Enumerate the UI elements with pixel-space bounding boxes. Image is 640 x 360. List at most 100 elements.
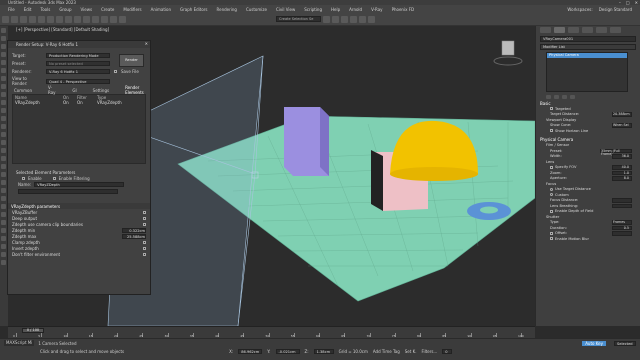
undo-icon[interactable] [2, 15, 9, 23]
unlink-icon[interactable] [29, 15, 36, 23]
render-setup-icon[interactable] [341, 15, 348, 23]
help-icon[interactable] [1, 212, 6, 217]
pin-stack-icon[interactable] [546, 95, 551, 99]
menu-file[interactable]: File [8, 7, 15, 12]
duration-spinner[interactable]: 0.5 [612, 225, 632, 230]
focus-distance-spinner[interactable] [612, 198, 632, 203]
list-item[interactable]: VRayZdepth On On VRayZdepth [13, 100, 145, 105]
remove-modifier-icon[interactable] [570, 95, 575, 99]
view-to-render-dropdown[interactable]: Quad 4 - Perspective [46, 78, 110, 84]
output-path-input[interactable] [18, 189, 118, 194]
create-tab-icon[interactable] [540, 27, 551, 33]
film-preset-dropdown[interactable]: 35mm (Full Frame) [600, 148, 632, 156]
y-coordinate[interactable]: -0.021cm [275, 348, 300, 354]
target-dropdown[interactable]: Production Rendering Mode [46, 52, 110, 58]
tab-settings[interactable]: Settings [93, 88, 109, 93]
script-icon[interactable] [1, 244, 6, 249]
angle-snap-icon[interactable] [101, 15, 108, 23]
menu-phoenix-fd[interactable]: Phoenix FD [392, 7, 415, 12]
grid-icon[interactable] [1, 260, 6, 265]
viewport-icon[interactable] [1, 204, 6, 209]
utilities-tab-icon[interactable] [610, 27, 621, 33]
menu-rendering[interactable]: Rendering [217, 7, 237, 12]
mirror-icon[interactable] [110, 15, 117, 23]
link-icon[interactable] [20, 15, 27, 23]
material-editor-icon[interactable] [332, 15, 339, 23]
scale-icon[interactable] [83, 15, 90, 23]
enable-filtering-checkbox[interactable] [52, 176, 56, 180]
decal-icon[interactable] [1, 188, 6, 193]
object-name-input[interactable]: VRayCamera001 [540, 36, 636, 42]
tab-render-elements[interactable]: Render Elements [125, 85, 150, 95]
custom-radio[interactable] [550, 193, 553, 197]
auto-key-button[interactable]: Auto Key [582, 340, 606, 346]
vray-mesh-icon[interactable] [1, 140, 6, 145]
save-file-checkbox[interactable] [114, 69, 117, 73]
vray-icon[interactable] [368, 15, 375, 23]
modifier-stack[interactable]: Physical Camera [546, 52, 628, 92]
proxy-icon[interactable] [1, 180, 6, 185]
menu-edit[interactable]: Edit [24, 7, 32, 12]
width-spinner[interactable]: 36.0 [612, 154, 632, 159]
tab-common[interactable]: Common [14, 88, 32, 93]
offset-checkbox[interactable] [550, 231, 553, 235]
enable-motion-blur-checkbox[interactable] [550, 237, 553, 241]
pin-icon[interactable] [1, 236, 6, 241]
param-value[interactable]: 0.322cm [122, 227, 146, 233]
layer-icon[interactable] [1, 76, 6, 81]
param-checkbox[interactable] [143, 252, 146, 256]
light-icon[interactable] [1, 100, 6, 105]
render-frame-icon[interactable] [350, 15, 357, 23]
param-checkbox[interactable] [143, 216, 146, 220]
move-icon[interactable] [65, 15, 72, 23]
modifier-list-dropdown[interactable]: Modifier List [540, 44, 636, 50]
vray-light-icon[interactable] [1, 124, 6, 129]
fov-spinner[interactable]: 40.0 [612, 165, 632, 170]
scale-icon[interactable] [1, 52, 6, 57]
param-row[interactable]: Don't filter environment [8, 251, 150, 257]
place-icon[interactable] [1, 60, 6, 65]
vray-camera-icon[interactable] [1, 132, 6, 137]
scene-explorer-icon[interactable] [1, 84, 6, 89]
align-icon[interactable] [119, 15, 126, 23]
frame-buffer-icon[interactable] [1, 164, 6, 169]
rotate-icon[interactable] [74, 15, 81, 23]
curve-editor-icon[interactable] [323, 15, 330, 23]
enable-dof-checkbox[interactable] [550, 209, 553, 213]
menu-views[interactable]: Views [81, 7, 93, 12]
isolate-icon[interactable] [1, 92, 6, 97]
add-time-tag[interactable]: Add Time Tag [373, 349, 400, 354]
maxscript-listener[interactable]: MAXScript Mi [4, 340, 35, 346]
collapse-icon[interactable] [1, 220, 6, 225]
show-horizon-checkbox[interactable] [550, 129, 553, 133]
close-icon[interactable]: ✕ [145, 41, 148, 46]
viewport-label[interactable]: [+] [Perspective] [Standard] [Default Sh… [16, 27, 109, 32]
menu-v-ray[interactable]: V-Ray [371, 7, 382, 12]
select-icon[interactable] [1, 28, 6, 33]
menu-graph-editors[interactable]: Graph Editors [180, 7, 207, 12]
redo-icon[interactable] [11, 15, 18, 23]
menu-create[interactable]: Create [101, 7, 114, 12]
settings-icon[interactable] [1, 196, 6, 201]
targeted-checkbox[interactable] [550, 107, 553, 111]
set-key-button[interactable]: Set K. [405, 349, 417, 354]
render-elements-list[interactable]: Name On Filter Type VRayZdepth On On VRa… [12, 94, 146, 164]
tab-vray[interactable]: V-Ray [48, 85, 56, 95]
menu-modifiers[interactable]: Modifiers [123, 7, 141, 12]
param-checkbox[interactable] [143, 222, 146, 226]
material-icon[interactable] [1, 148, 6, 153]
menu-group[interactable]: Group [59, 7, 71, 12]
menu-arnold[interactable]: Arnold [349, 7, 362, 12]
menu-civil-view[interactable]: Civil View [276, 7, 295, 12]
bind-icon[interactable] [38, 15, 45, 23]
show-end-result-icon[interactable] [554, 95, 559, 99]
render-button[interactable]: Render [119, 54, 144, 67]
shutter-type-dropdown[interactable]: Frames [612, 220, 632, 225]
snap-icon[interactable] [92, 15, 99, 23]
expand-icon[interactable] [1, 228, 6, 233]
z-coordinate[interactable]: 1.38cm [313, 348, 334, 354]
helper-icon[interactable] [1, 116, 6, 121]
rotate-icon[interactable] [1, 44, 6, 49]
param-checkbox[interactable] [143, 246, 146, 250]
display-tab-icon[interactable] [596, 27, 607, 33]
